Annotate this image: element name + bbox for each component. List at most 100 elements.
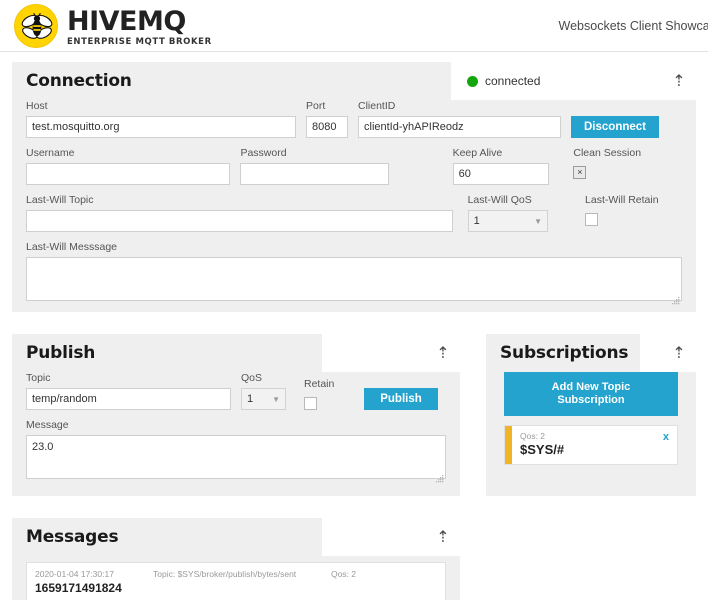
add-button-line-1: Add New Topic — [551, 381, 631, 393]
lastwill-qos-select[interactable]: 1 ▼ — [467, 210, 549, 232]
brand-tagline: ENTERPRISE MQTT BROKER — [67, 36, 212, 47]
publish-qos-value: 1 — [247, 393, 254, 405]
app-header: HIVEMQ ENTERPRISE MQTT BROKER Websockets… — [0, 0, 708, 52]
publish-message-textarea[interactable]: 23.0 — [26, 435, 446, 479]
clientid-label: ClientID — [358, 100, 396, 112]
subscriptions-panel-header: Subscriptions ⇡ — [486, 334, 696, 372]
publish-message-wrap: 23.0 — [26, 435, 446, 484]
brand-text: HIVEMQ ENTERPRISE MQTT BROKER — [67, 6, 212, 47]
subscriptions-panel: Subscriptions ⇡ Add New Topic Subscripti… — [486, 334, 696, 496]
subscriptions-title: Subscriptions — [500, 343, 629, 363]
publish-retain-label: Retain — [304, 378, 335, 390]
checkbox-mark-icon: × — [577, 167, 583, 177]
keepalive-label: Keep Alive — [452, 147, 503, 159]
connection-status-label: connected — [485, 74, 541, 88]
host-field: Host — [26, 100, 296, 138]
messages-list: 2020-01-04 17:30:17 Topic: $SYS/broker/p… — [26, 562, 446, 600]
connection-panel-header: Connection connected ⇡ — [12, 62, 696, 100]
clientid-field: ClientID — [358, 100, 561, 138]
username-field: Username — [26, 147, 231, 185]
publish-qos-select[interactable]: 1 ▼ — [241, 388, 286, 410]
publish-qos-label: QoS — [241, 372, 263, 384]
publish-button[interactable]: Publish — [364, 388, 438, 410]
password-field: Password — [240, 147, 389, 185]
publish-topic-field: Topic — [26, 372, 231, 410]
message-qos: Qos: 2 — [331, 569, 357, 579]
username-input[interactable] — [26, 163, 231, 185]
lastwill-topic-field: Last-Will Topic — [26, 194, 453, 232]
messages-title: Messages — [26, 527, 119, 547]
publish-header-tab: ⇡ — [322, 334, 460, 372]
remove-subscription-icon[interactable]: x — [663, 431, 669, 443]
publish-topic-label: Topic — [26, 372, 51, 384]
messages-header-tab: ⇡ — [322, 518, 460, 556]
subscription-accent-bar — [505, 426, 512, 464]
port-label: Port — [306, 100, 326, 112]
keepalive-input[interactable] — [452, 163, 550, 185]
publish-topic-input[interactable] — [26, 388, 231, 410]
message-meta: 2020-01-04 17:30:17 Topic: $SYS/broker/p… — [35, 568, 437, 580]
clean-session-checkbox[interactable]: × — [573, 166, 587, 179]
connection-row-2: Username Password Keep Alive Clean Sessi… — [26, 147, 682, 185]
messages-collapse-icon[interactable]: ⇡ — [426, 529, 460, 545]
username-label: Username — [26, 147, 75, 159]
publish-qos-field: QoS 1 ▼ — [241, 372, 286, 410]
publish-panel: Publish ⇡ Topic QoS 1 ▼ Retai — [12, 334, 460, 496]
publish-collapse-icon[interactable]: ⇡ — [426, 345, 460, 361]
subscription-list-item[interactable]: Qos: 2 $SYS/# x — [504, 425, 678, 465]
host-input[interactable] — [26, 116, 296, 138]
disconnect-button[interactable]: Disconnect — [571, 116, 659, 138]
messages-panel-header: Messages ⇡ — [12, 518, 460, 556]
connection-panel: Connection connected ⇡ Host Port — [12, 62, 696, 312]
host-label: Host — [26, 100, 48, 112]
chevron-down-icon: ▼ — [534, 216, 543, 226]
lastwill-topic-label: Last-Will Topic — [26, 194, 94, 206]
publish-body: Topic QoS 1 ▼ Retain Publish Message — [12, 372, 460, 498]
message-timestamp: 2020-01-04 17:30:17 — [35, 569, 114, 579]
lastwill-qos-value: 1 — [473, 215, 480, 227]
message-payload: 1659171491824 — [35, 581, 122, 595]
bee-in-circle-logo-icon — [14, 4, 58, 48]
publish-title: Publish — [26, 343, 96, 363]
clean-session-field: Clean Session × — [573, 147, 682, 179]
chevron-down-icon: ▼ — [272, 394, 280, 404]
keepalive-field: Keep Alive — [452, 147, 550, 185]
connection-body: Host Port ClientID Disconnect Username — [12, 100, 696, 320]
subscriptions-header-tab: ⇡ — [640, 334, 696, 372]
lastwill-topic-input[interactable] — [26, 210, 453, 232]
messages-body: 2020-01-04 17:30:17 Topic: $SYS/broker/p… — [12, 562, 460, 600]
add-button-line-2: Subscription — [557, 394, 625, 406]
lastwill-retain-field: Last-Will Retain — [585, 194, 682, 226]
lastwill-message-wrap — [26, 257, 682, 306]
lastwill-message-textarea[interactable] — [26, 257, 682, 301]
password-label: Password — [240, 147, 287, 159]
message-topic: Topic: $SYS/broker/publish/bytes/sent — [153, 569, 297, 579]
connection-title: Connection — [26, 71, 132, 91]
add-new-topic-subscription-button[interactable]: Add New Topic Subscription — [504, 372, 678, 416]
lastwill-message-label: Last-Will Messsage — [26, 241, 118, 253]
subscription-topic: $SYS/# — [520, 442, 565, 457]
publish-row-1: Topic QoS 1 ▼ Retain Publish — [26, 372, 446, 410]
port-input[interactable] — [306, 116, 348, 138]
connection-header-tab: connected ⇡ — [451, 62, 696, 100]
subscriptions-collapse-icon[interactable]: ⇡ — [662, 345, 696, 361]
lastwill-qos-label: Last-Will QoS — [467, 194, 532, 206]
showcase-title: Websockets Client Showcas — [558, 19, 708, 33]
brand-name: HIVEMQ — [67, 5, 186, 37]
publish-message-label: Message — [26, 419, 69, 431]
password-input[interactable] — [240, 163, 389, 185]
lastwill-message-field: Last-Will Messsage — [26, 241, 682, 306]
brand-logo[interactable]: HIVEMQ ENTERPRISE MQTT BROKER — [14, 4, 212, 48]
message-list-item[interactable]: 2020-01-04 17:30:17 Topic: $SYS/broker/p… — [27, 563, 445, 600]
publish-panel-header: Publish ⇡ — [12, 334, 460, 372]
lastwill-qos-field: Last-Will QoS 1 ▼ — [467, 194, 549, 232]
connection-collapse-icon[interactable]: ⇡ — [662, 73, 696, 89]
subscription-qos: Qos: 2 — [520, 431, 546, 441]
app-root: HIVEMQ ENTERPRISE MQTT BROKER Websockets… — [0, 0, 708, 600]
publish-retain-checkbox[interactable] — [304, 397, 317, 410]
subscriptions-body: Add New Topic Subscription Qos: 2 $SYS/#… — [486, 372, 696, 479]
connection-row-1: Host Port ClientID Disconnect — [26, 100, 682, 138]
lastwill-retain-checkbox[interactable] — [585, 213, 599, 226]
clientid-input[interactable] — [358, 116, 561, 138]
port-field: Port — [306, 100, 348, 138]
